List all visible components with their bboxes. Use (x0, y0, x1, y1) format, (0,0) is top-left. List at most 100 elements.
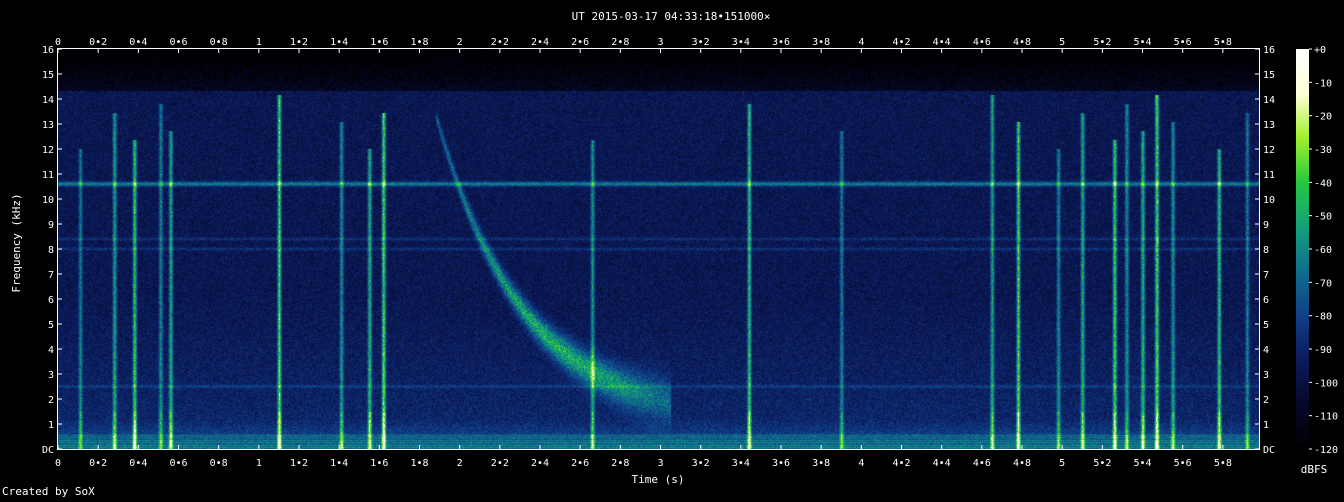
colorbar-tick-label: -10 (1314, 78, 1332, 89)
colorbar-tick-label: -30 (1314, 145, 1332, 156)
x-tick-label-bottom: 0•2 (89, 458, 107, 469)
x-tick-label-bottom: 0•6 (169, 458, 187, 469)
y-tick-label-left: 8 (48, 245, 54, 256)
colorbar-tick-label: -90 (1314, 345, 1332, 356)
x-tick-label-bottom: 5 (1059, 458, 1065, 469)
y-tick-label-left: 16 (42, 45, 54, 56)
x-tick-label-top: 1•8 (410, 37, 428, 48)
x-tick-label-bottom: 3•6 (772, 458, 790, 469)
x-tick-label-top: 1•6 (370, 37, 388, 48)
x-tick-label-top: 2 (457, 37, 463, 48)
y-tick-label-right: 4 (1263, 345, 1269, 356)
x-tick-label-top: 1•4 (330, 37, 348, 48)
x-tick-label-top: 2•6 (571, 37, 589, 48)
colorbar-tick-label: -60 (1314, 245, 1332, 256)
x-tick-label-top: 0•2 (89, 37, 107, 48)
x-tick-label-top: 4•8 (1013, 37, 1031, 48)
y-axis-label: Frequency (kHz) (10, 193, 23, 292)
x-tick-label-bottom: 2•4 (531, 458, 549, 469)
x-tick-label-top: 0•8 (210, 37, 228, 48)
y-tick-label-right: 1 (1263, 420, 1269, 431)
x-tick-label-top: 2•2 (491, 37, 509, 48)
spectrogram-plot (57, 48, 1260, 450)
chart-title: UT 2015-03-17 04:33:18•151000× (572, 10, 771, 23)
y-tick-label-right: 16 (1263, 45, 1275, 56)
y-tick-label-left: 9 (48, 220, 54, 231)
x-tick-label-top: 4•4 (933, 37, 951, 48)
y-tick-label-right: 3 (1263, 370, 1269, 381)
x-tick-label-bottom: 2 (457, 458, 463, 469)
y-tick-label-right: 7 (1263, 270, 1269, 281)
x-tick-label-bottom: 1 (256, 458, 262, 469)
x-tick-label-bottom: 1•2 (290, 458, 308, 469)
x-tick-label-bottom: 5•6 (1174, 458, 1192, 469)
y-tick-label-left: 4 (48, 345, 54, 356)
x-tick-label-top: 4 (858, 37, 864, 48)
colorbar-tick-label: -110 (1314, 412, 1338, 423)
x-tick-label-bottom: 4•2 (892, 458, 910, 469)
y-tick-label-right: 6 (1263, 295, 1269, 306)
x-tick-label-top: 5•6 (1174, 37, 1192, 48)
x-tick-label-bottom: 0•4 (129, 458, 147, 469)
colorbar-gradient (1296, 49, 1309, 449)
y-tick-label-right: 12 (1263, 145, 1275, 156)
x-tick-label-bottom: 1•4 (330, 458, 348, 469)
x-tick-label-top: 3 (657, 37, 663, 48)
y-tick-label-left: DC (42, 445, 54, 456)
x-tick-label-top: 3•4 (732, 37, 750, 48)
credit-text: Created by SoX (2, 485, 95, 498)
spectrogram-figure: UT 2015-03-17 04:33:18•151000× 0 0•2 0•4 0•… (0, 0, 1344, 498)
x-tick-label-top: 0•6 (169, 37, 187, 48)
x-tick-label-top: 4•2 (892, 37, 910, 48)
x-tick-label-top: 5•4 (1133, 37, 1151, 48)
x-tick-label-top: 5•8 (1214, 37, 1232, 48)
colorbar-tick-label: -100 (1314, 378, 1338, 389)
x-tick-label-bottom: 0•8 (210, 458, 228, 469)
y-tick-label-left: 13 (42, 120, 54, 131)
colorbar-tick-label: -70 (1314, 278, 1332, 289)
y-tick-label-right: 11 (1263, 170, 1275, 181)
y-tick-label-right: 5 (1263, 320, 1269, 331)
x-tick-label-bottom: 1•8 (410, 458, 428, 469)
colorbar-tick-label: -20 (1314, 112, 1332, 123)
y-tick-label-left: 10 (42, 195, 54, 206)
y-tick-label-left: 5 (48, 320, 54, 331)
x-tick-label-bottom: 3 (657, 458, 663, 469)
x-axis-label: Time (s) (632, 473, 685, 486)
y-tick-label-left: 11 (42, 170, 54, 181)
x-tick-label-top: 4•6 (973, 37, 991, 48)
x-tick-label-bottom: 5•8 (1214, 458, 1232, 469)
y-tick-label-right: 2 (1263, 395, 1269, 406)
colorbar-tick-label: +0 (1314, 45, 1326, 56)
x-tick-label-bottom: 3•2 (692, 458, 710, 469)
x-tick-label-bottom: 1•6 (370, 458, 388, 469)
y-tick-label-left: 14 (42, 95, 54, 106)
colorbar-label: dBFS (1301, 463, 1328, 476)
x-tick-label-bottom: 2•2 (491, 458, 509, 469)
x-tick-label-bottom: 3•4 (732, 458, 750, 469)
y-tick-label-right: 13 (1263, 120, 1275, 131)
colorbar-tick-label: -50 (1314, 212, 1332, 223)
colorbar: +0 -10 -20 -30 -40 -50 -60 -70 -80 -90 -100 -110 -12… (1296, 45, 1338, 476)
x-tick-label-top: 3•6 (772, 37, 790, 48)
x-tick-label-top: 1•2 (290, 37, 308, 48)
y-tick-label-left: 6 (48, 295, 54, 306)
x-tick-label-top: 0 (55, 37, 61, 48)
spectrogram-svg: UT 2015-03-17 04:33:18•151000× 0 0•2 0•4 0•… (2, 10, 1338, 498)
colorbar-tick-label: -120 (1314, 445, 1338, 456)
x-tick-label-top: 0•4 (129, 37, 147, 48)
x-tick-label-top: 5 (1059, 37, 1065, 48)
x-tick-label-bottom: 4•8 (1013, 458, 1031, 469)
x-tick-label-top: 3•2 (692, 37, 710, 48)
y-tick-label-left: 3 (48, 370, 54, 381)
x-tick-label-bottom: 4 (858, 458, 864, 469)
colorbar-ticks: +0 -10 -20 -30 -40 -50 -60 -70 -80 -90 -100 -110 -12… (1309, 45, 1338, 456)
x-tick-label-bottom: 4•4 (933, 458, 951, 469)
y-tick-label-right: 14 (1263, 95, 1275, 106)
y-tick-label-left: 1 (48, 420, 54, 431)
colorbar-tick-label: -80 (1314, 312, 1332, 323)
x-tick-label-bottom: 5•4 (1133, 458, 1151, 469)
y-tick-label-right: DC (1263, 445, 1275, 456)
y-tick-label-left: 7 (48, 270, 54, 281)
x-tick-label-top: 1 (256, 37, 262, 48)
